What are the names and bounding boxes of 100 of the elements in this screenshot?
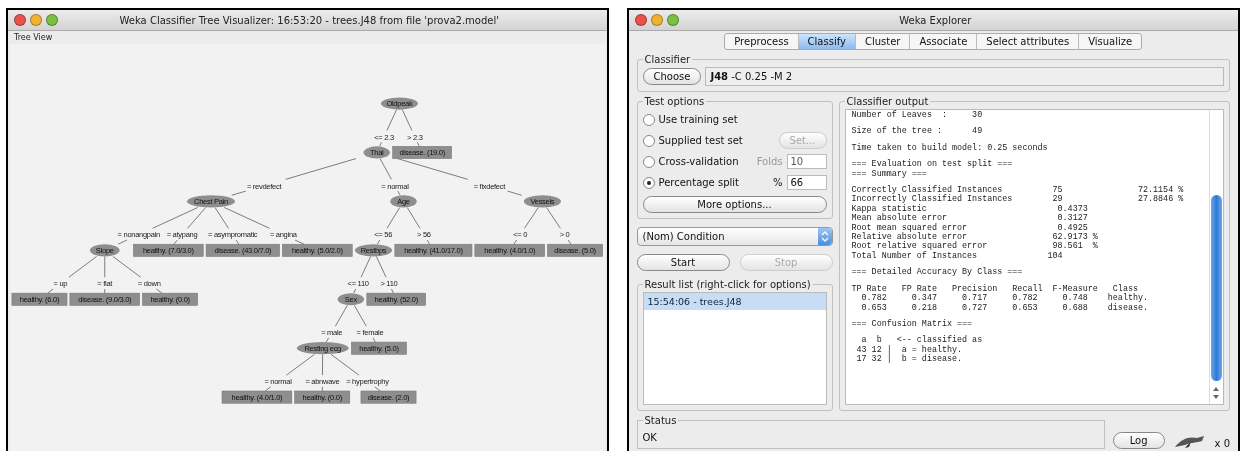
option-label: Percentage split xyxy=(658,177,740,188)
leaf-node: healthy. (5.0/2.0) xyxy=(282,243,353,257)
leaf-node: healthy. (5.0) xyxy=(351,341,407,355)
output-line: Kappa statistic 0.4373 xyxy=(851,204,1089,214)
edge-label: > 56 xyxy=(417,230,431,240)
output-line: === Evaluation on test split === xyxy=(851,160,1014,170)
close-button[interactable] xyxy=(14,14,26,26)
split-node: Thal xyxy=(363,146,390,159)
edge-label: = atypang xyxy=(166,230,198,240)
tab[interactable]: Select attributes xyxy=(977,34,1080,49)
output-line: Root mean squared error 0.4925 xyxy=(851,223,1089,233)
edge-label: <= 0 xyxy=(513,230,528,240)
panel-title: Classifier output xyxy=(845,96,930,107)
leaf-node: healthy. (4.0/1.0) xyxy=(221,390,293,404)
leaf-node: healthy. (0.0) xyxy=(142,292,198,306)
radio-button[interactable] xyxy=(642,134,655,147)
edge-label: <= 56 xyxy=(374,230,393,240)
output-line: 0.653 0.218 0.727 0.653 0.688 disease. xyxy=(860,303,1150,313)
panel-title: Test options xyxy=(643,96,706,107)
split-node: Restbps xyxy=(355,244,392,257)
split-node: Oldpeak xyxy=(380,97,418,110)
radio-button[interactable] xyxy=(642,155,655,168)
edge-label: = abnwave xyxy=(305,377,340,387)
number-field[interactable]: 66 xyxy=(786,175,827,190)
window-title: Weka Classifier Tree Visualizer: 16:53:20 - trees.J48 from file 'prova2.model' xyxy=(118,14,500,26)
tab[interactable]: Classify xyxy=(798,34,856,49)
split-node: Chest Pain xyxy=(187,195,236,208)
output-line: Number of Leaves : 30 xyxy=(851,111,984,121)
tree-edge xyxy=(376,207,401,245)
leaf-node: healthy. (52.0) xyxy=(366,292,426,306)
edge-label: <= 2.3 xyxy=(374,132,394,142)
split-node: Age xyxy=(390,195,417,208)
classifier-field[interactable]: J48 -C 0.25 -M 2 xyxy=(705,67,1224,86)
action-button[interactable]: Start xyxy=(636,254,730,271)
output-line: Mean absolute error 0.3127 xyxy=(851,214,1089,224)
edge-label: = female xyxy=(356,328,384,338)
status-text: OK xyxy=(642,432,657,443)
tree-edge xyxy=(513,207,539,245)
output-line: === Summary === xyxy=(851,169,928,180)
zoom-button[interactable] xyxy=(666,14,679,26)
panel-title: Classifier xyxy=(643,54,692,65)
edge-label: = asympromatic xyxy=(208,230,258,240)
leaf-node: disease. (43.0/7.0) xyxy=(205,243,280,257)
result-item[interactable]: 15:54:06 - trees.J48 xyxy=(643,293,826,310)
tab[interactable]: Visualize xyxy=(1079,34,1142,49)
minimize-button[interactable] xyxy=(30,14,42,26)
panel-title: Status xyxy=(643,415,678,426)
field-label: Folds xyxy=(756,156,783,167)
edge-label: = hypertrophy xyxy=(346,377,389,387)
output-line: 43 12 | a = healthy. xyxy=(855,345,964,355)
leaf-node: healthy. (7.0/3.0) xyxy=(133,243,204,257)
zoom-button[interactable] xyxy=(46,14,58,26)
leaf-node: disease. (2.0) xyxy=(360,390,417,404)
edge-label: = angina xyxy=(269,230,297,240)
edge-label: = up xyxy=(53,279,68,289)
field-label: % xyxy=(773,177,783,188)
output-line: === Confusion Matrix === xyxy=(851,319,974,330)
scrollbar[interactable] xyxy=(1209,110,1223,404)
split-node: Resting ecg xyxy=(296,342,349,355)
more-options-button[interactable]: More options... xyxy=(642,196,827,213)
close-button[interactable] xyxy=(634,14,647,26)
radio-button[interactable] xyxy=(642,176,655,189)
edge-label: = flat xyxy=(97,279,113,289)
menu-item[interactable]: Tree View xyxy=(8,31,59,44)
edge-label: = normal xyxy=(264,377,292,387)
output-line: Root relative squared error 98.561 % xyxy=(851,242,1099,252)
choose-button[interactable]: Choose xyxy=(642,68,702,85)
output-line: Total Number of Instances 104 xyxy=(851,251,1064,262)
tree-edge xyxy=(406,207,431,245)
edge-label: = male xyxy=(321,328,343,338)
option-label: Cross-validation xyxy=(658,156,740,167)
output-line: Time taken to build model: 0.25 seconds xyxy=(851,143,1049,154)
output-line: 17 32 | b = disease. xyxy=(855,355,964,365)
edge-label: = down xyxy=(137,279,161,289)
tree-edge xyxy=(546,207,572,245)
window-title: Weka Explorer xyxy=(898,14,973,26)
leaf-node: healthy. (41.0/17.0) xyxy=(394,243,473,257)
panel-title: Result list (right-click for options) xyxy=(643,279,812,290)
option-label: Use training set xyxy=(658,114,739,125)
tree-edge xyxy=(47,256,97,294)
edge-label: = nonangpain xyxy=(117,230,160,240)
radio-button[interactable] xyxy=(642,113,655,126)
minimize-button[interactable] xyxy=(650,14,663,26)
edge-label: = normal xyxy=(381,181,409,191)
edge-label: = fixdefect xyxy=(473,181,506,191)
class-dropdown[interactable]: (Nom) Condition xyxy=(636,227,833,246)
leaf-node: disease. (5.0) xyxy=(547,243,603,257)
dropdown-arrows-icon xyxy=(817,228,832,245)
tree-edge xyxy=(104,256,106,294)
output-line: Incorrectly Classified Instances 29 27.8846 % xyxy=(851,195,1185,205)
tab[interactable]: Cluster xyxy=(855,34,911,49)
log-button[interactable]: Log xyxy=(1112,432,1165,449)
split-node: Sex xyxy=(337,293,364,306)
tab[interactable]: Preprocess xyxy=(725,34,799,49)
leaf-node: disease. (9.0/3.0) xyxy=(69,292,140,306)
leaf-node: healthy. (4.0/1.0) xyxy=(474,243,545,257)
split-node: Slope xyxy=(89,244,120,257)
edge-label: > 110 xyxy=(380,279,398,289)
tab[interactable]: Associate xyxy=(910,34,978,49)
bird-icon xyxy=(1172,433,1207,449)
